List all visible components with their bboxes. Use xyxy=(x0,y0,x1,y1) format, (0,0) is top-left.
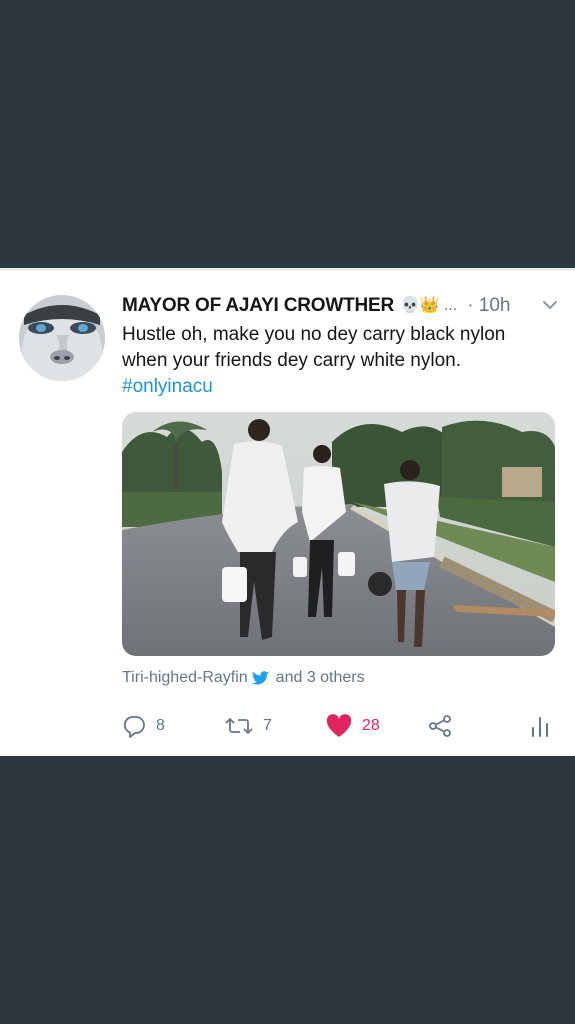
timestamp[interactable]: · 10h xyxy=(467,295,510,317)
retweet-count: 7 xyxy=(263,717,272,734)
tweet-text: Hustle oh, make you no dey carry black n… xyxy=(122,322,562,400)
retweet-icon xyxy=(225,717,253,735)
retweet-button[interactable]: 7 xyxy=(225,709,272,743)
tweet-text-line-1: Hustle oh, make you no dey carry black n… xyxy=(122,324,506,345)
hashtag-link[interactable]: #onlyinacu xyxy=(122,374,562,400)
analytics-button[interactable] xyxy=(530,709,550,743)
like-button[interactable]: 28 xyxy=(326,709,380,743)
liked-by-line[interactable]: Tiri-highed-Rayfin and 3 others xyxy=(122,669,365,687)
heart-icon xyxy=(326,714,352,737)
chevron-down-icon[interactable] xyxy=(540,295,560,315)
share-button[interactable] xyxy=(428,709,452,743)
share-icon xyxy=(429,715,451,737)
tweet-text-line-2: when your friends dey carry white nylon. xyxy=(122,350,461,371)
reply-count: 8 xyxy=(156,717,165,734)
tweet-photo[interactable] xyxy=(122,412,555,656)
tweet-header: MAYOR OF AJAYI CROWTHER 💀👑 ... · 10h xyxy=(122,293,562,319)
reply-icon xyxy=(123,716,145,738)
bird-icon xyxy=(251,670,269,685)
analytics-icon xyxy=(532,717,548,737)
liked-by-user[interactable]: Tiri-highed-Rayfin xyxy=(122,669,248,687)
photo-image xyxy=(122,412,555,656)
name-truncation: ... xyxy=(443,297,458,314)
reply-button[interactable]: 8 xyxy=(122,709,165,743)
avatar-image xyxy=(19,295,105,381)
tweet-card[interactable]: MAYOR OF AJAYI CROWTHER 💀👑 ... · 10h Hus… xyxy=(0,268,575,756)
liked-by-others: and 3 others xyxy=(275,669,365,686)
tweet-actions: 8 7 28 xyxy=(122,709,562,743)
avatar[interactable] xyxy=(19,295,105,381)
like-count: 28 xyxy=(362,717,380,734)
author-name[interactable]: MAYOR OF AJAYI CROWTHER xyxy=(122,295,394,317)
author-emojis: 💀👑 xyxy=(400,297,440,314)
